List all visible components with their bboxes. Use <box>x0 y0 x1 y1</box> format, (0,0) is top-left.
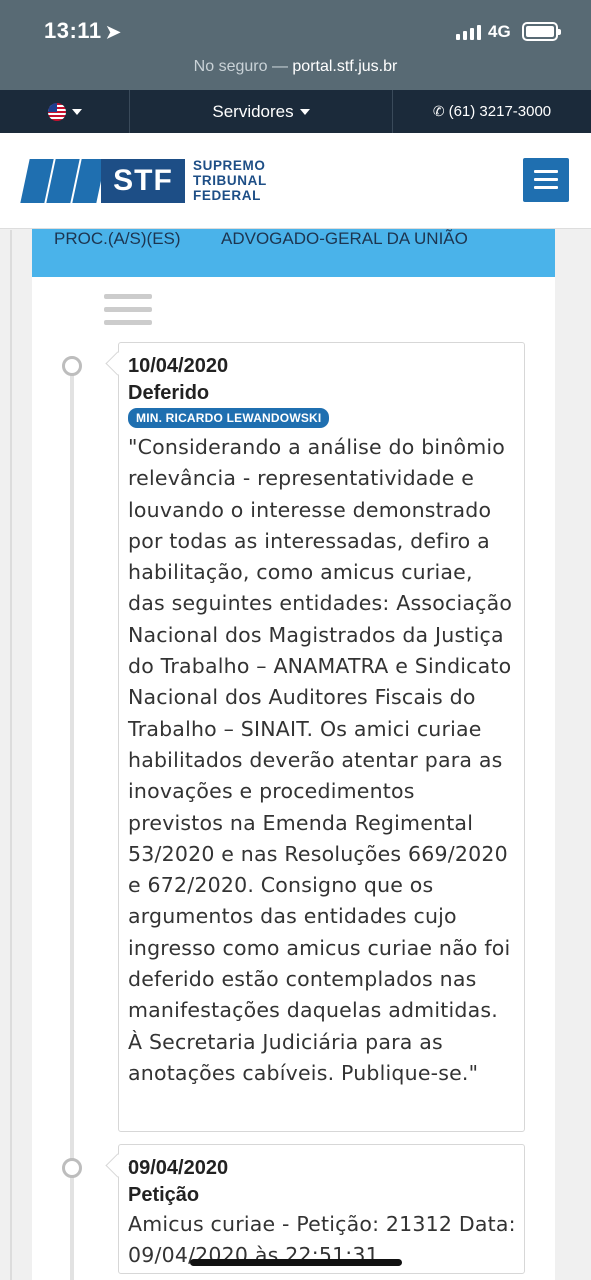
page-divider <box>10 230 12 1280</box>
network-type: 4G <box>488 22 511 41</box>
caret-down-icon <box>299 108 310 115</box>
servers-label: Servidores <box>212 101 294 121</box>
event-type: Petição <box>128 1184 200 1206</box>
status-time: 13:11 ➤ <box>44 18 122 43</box>
status-bar: 13:11 ➤ 4G No seguro — portal.stf.jus.br <box>0 0 591 90</box>
event-text: "Considerando a análise do binômio relev… <box>128 435 513 1085</box>
event-type: Deferido <box>128 382 210 404</box>
event-date: 10/04/2020 <box>128 355 229 377</box>
timeline-event: 10/04/2020 Deferido MIN. RICARDO LEWANDO… <box>118 342 525 1132</box>
signal-icon <box>456 24 481 40</box>
home-indicator[interactable] <box>190 1259 402 1266</box>
timeline-dot <box>62 1158 82 1178</box>
drag-handle-icon[interactable] <box>104 294 152 326</box>
us-flag-icon <box>47 102 66 121</box>
hamburger-menu-button[interactable] <box>523 158 569 202</box>
location-arrow-icon: ➤ <box>105 22 122 42</box>
battery-icon <box>522 22 561 41</box>
logo-abbr: STF <box>101 159 185 203</box>
party-label: PROC.(A/S)(ES) <box>54 229 181 248</box>
party-row: PROC.(A/S)(ES) ADVOGADO-GERAL DA UNIÃO <box>32 229 555 277</box>
security-warning: No seguro — <box>193 58 288 75</box>
caret-down-icon <box>71 108 82 115</box>
minister-badge: MIN. RICARDO LEWANDOWSKI <box>128 408 330 428</box>
process-card: PROC.(A/S)(ES) ADVOGADO-GERAL DA UNIÃO 1… <box>32 229 555 1280</box>
phone-number: (61) 3217-3000 <box>448 103 552 120</box>
party-value: ADVOGADO-GERAL DA UNIÃO <box>221 229 468 248</box>
site-header: STF SUPREMO TRIBUNAL FEDERAL <box>0 133 591 229</box>
address-bar[interactable]: No seguro — portal.stf.jus.br <box>0 58 591 76</box>
phone-link[interactable]: ✆ (61) 3217-3000 <box>393 90 591 133</box>
top-utility-bar: Servidores ✆ (61) 3217-3000 <box>0 90 591 133</box>
logo-columns-icon <box>20 159 106 203</box>
logo-wordmark: SUPREMO TRIBUNAL FEDERAL <box>193 158 267 203</box>
timeline-event: 09/04/2020 Petição Amicus curiae - Petiç… <box>118 1144 525 1274</box>
servers-menu[interactable]: Servidores <box>130 90 393 133</box>
language-selector[interactable] <box>0 90 130 133</box>
timeline-line <box>70 364 74 1280</box>
url-domain: portal.stf.jus.br <box>292 58 398 75</box>
event-date: 09/04/2020 <box>128 1157 229 1179</box>
phone-icon: ✆ <box>432 103 445 119</box>
timeline-dot <box>62 356 82 376</box>
